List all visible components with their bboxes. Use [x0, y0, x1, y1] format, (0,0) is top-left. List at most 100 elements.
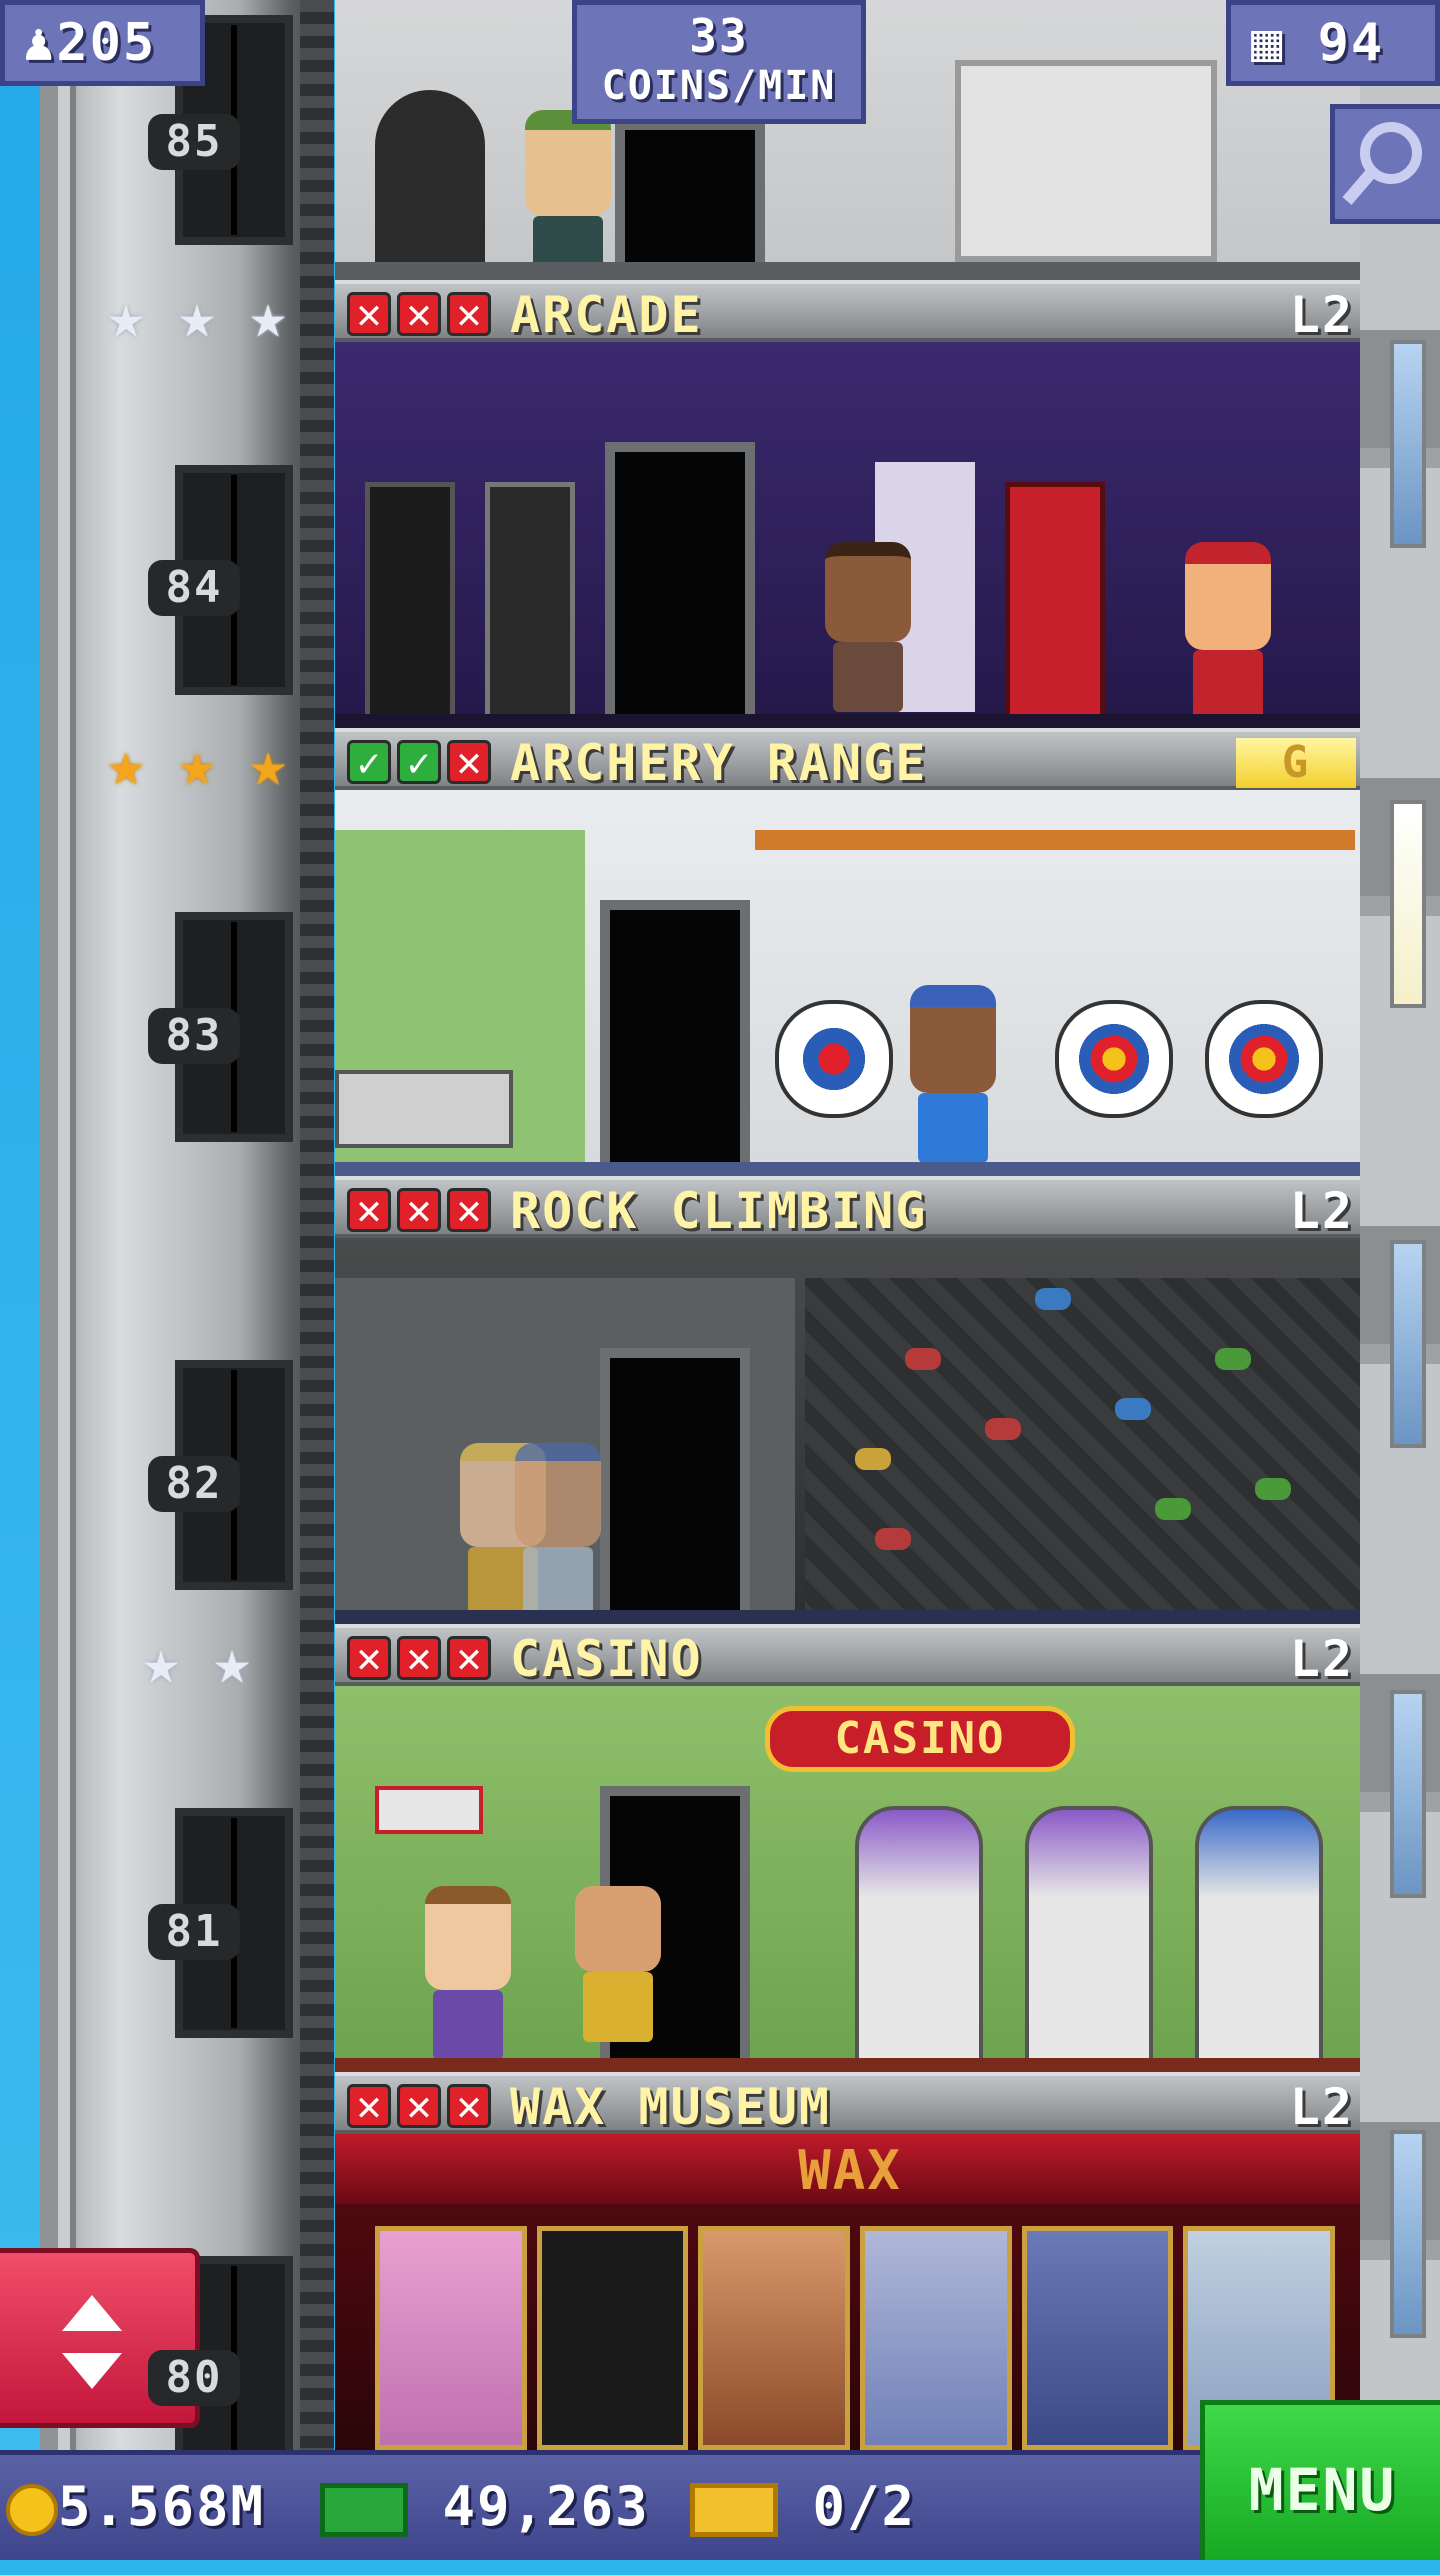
coins-per-minute: 33 COINS/MIN	[572, 0, 866, 124]
archery-target	[775, 1000, 893, 1118]
stock-marks: ✕ ✕ ✕	[347, 292, 491, 338]
room-name: ROCK CLIMBING	[510, 1182, 928, 1240]
stock-empty-icon: ✕	[447, 292, 491, 337]
coins-display[interactable]: 5.568M	[6, 2477, 265, 2537]
wax-figure-booth	[375, 2226, 527, 2450]
facade-window	[1390, 800, 1426, 1008]
room-floor	[335, 1610, 1360, 1624]
floor-arcade[interactable]: ✕ ✕ ✕ ARCADE L2	[335, 280, 1360, 728]
arcade-cabinet	[485, 482, 575, 722]
room-scene: CASINO	[335, 1686, 1360, 2072]
resident[interactable]	[515, 1443, 601, 1617]
resident[interactable]	[425, 1886, 511, 2060]
room-floor	[335, 1162, 1360, 1176]
climbing-hold	[985, 1418, 1021, 1440]
room-scene	[335, 342, 1360, 728]
population-value: 205	[56, 13, 157, 73]
stock-empty-icon: ✕	[347, 2084, 391, 2129]
sky-strip	[0, 0, 40, 2450]
floor-rock-climbing[interactable]: ✕ ✕ ✕ ROCK CLIMBING L2	[335, 1176, 1360, 1624]
facade-window	[1390, 1690, 1426, 1898]
room-floor	[335, 2058, 1360, 2072]
floor-number: 80	[148, 2350, 240, 2406]
stock-empty-icon: ✕	[397, 2084, 441, 2129]
stock-empty-icon: ✕	[347, 1636, 391, 1681]
room-scene	[335, 1238, 1360, 1624]
room-floor	[335, 714, 1360, 728]
stock-empty-icon: ✕	[447, 1188, 491, 1233]
floor-header: ✕ ✕ ✕ CASINO L2	[335, 1624, 1360, 1686]
building-icon: ▦	[1251, 13, 1285, 73]
door	[600, 900, 750, 1176]
stock-empty-icon: ✕	[347, 1188, 391, 1233]
floor-number: 84	[148, 560, 240, 616]
elevator-rail	[300, 0, 334, 2450]
resident[interactable]	[910, 985, 996, 1163]
resident[interactable]	[525, 110, 611, 268]
floor-header: ✕ ✕ ✕ ROCK CLIMBING L2	[335, 1176, 1360, 1238]
stock-marks: ✓ ✓ ✕	[347, 740, 491, 786]
archery-target	[1055, 1000, 1173, 1118]
floor-header: ✕ ✕ ✕ ARCADE L2	[335, 280, 1360, 342]
wax-figure-booth	[1021, 2226, 1174, 2450]
stock-empty-icon: ✕	[397, 292, 441, 337]
magnifier-icon	[1342, 122, 1422, 205]
archery-target	[1205, 1000, 1323, 1118]
star-icon: ★	[107, 279, 145, 352]
elevator-shaft[interactable]	[40, 0, 330, 2486]
stock-empty-icon: ✕	[447, 1636, 491, 1681]
facade-window	[1390, 340, 1426, 548]
resident[interactable]	[825, 542, 911, 712]
climbing-hold	[875, 1528, 911, 1550]
room-level: L2	[1289, 1630, 1354, 1688]
person-icon: ♟	[23, 13, 57, 73]
wax-exhibits	[375, 2226, 1336, 2450]
climbing-hold	[1115, 1398, 1151, 1420]
stock-empty-icon: ✕	[397, 1636, 441, 1681]
facade-window	[1390, 2130, 1426, 2338]
coins-rate-value: 33	[689, 9, 749, 63]
stock-marks: ✕ ✕ ✕	[347, 1188, 491, 1234]
coins-value: 5.568M	[58, 2475, 266, 2538]
stock-empty-icon: ✕	[397, 1188, 441, 1233]
stock-empty-icon: ✕	[347, 292, 391, 337]
room-level: L2	[1289, 286, 1354, 344]
room-name: WAX MUSEUM	[510, 2078, 832, 2136]
room-name: CASINO	[510, 1630, 703, 1688]
cabinet	[375, 90, 485, 268]
shelf	[955, 60, 1217, 262]
climbing-hold	[1215, 1348, 1251, 1370]
tickets-display[interactable]: 0/2	[690, 2477, 916, 2538]
slot-machine	[1195, 1806, 1323, 2064]
casino-sign: CASINO	[765, 1706, 1075, 1772]
bux-display[interactable]: 49,263	[320, 2477, 650, 2538]
cashier-sign	[375, 1786, 483, 1834]
floor-archery-range[interactable]: ✓ ✓ ✕ ARCHERY RANGE G	[335, 728, 1360, 1176]
population-counter[interactable]: ♟205	[0, 0, 205, 86]
star-icon: ★	[178, 279, 216, 352]
star-icon: ★	[213, 1625, 251, 1698]
bux-icon	[320, 2483, 408, 2538]
search-button[interactable]	[1330, 104, 1440, 224]
climbing-hold	[855, 1448, 891, 1470]
climbing-hold	[1155, 1498, 1191, 1520]
facade-window	[1390, 1240, 1426, 1448]
floor-header: ✓ ✓ ✕ ARCHERY RANGE G	[335, 728, 1360, 790]
ticket-icon	[690, 2483, 778, 2538]
climbing-hold	[1255, 1478, 1291, 1500]
star-icon: ★	[142, 1625, 180, 1698]
gold-level-badge: G	[1236, 738, 1356, 788]
stock-marks: ✕ ✕ ✕	[347, 2084, 491, 2130]
slot-machine	[1025, 1806, 1153, 2064]
resident[interactable]	[1185, 542, 1271, 720]
room-level: L2	[1289, 2078, 1354, 2136]
floors-counter[interactable]: ▦ 94	[1226, 0, 1440, 86]
room-scene	[335, 790, 1360, 1176]
menu-button[interactable]: MENU	[1200, 2400, 1440, 2560]
wax-figure-booth	[860, 2226, 1012, 2450]
resident[interactable]	[575, 1886, 661, 2042]
slot-machine	[855, 1806, 983, 2064]
floor-wax-museum[interactable]: ✕ ✕ ✕ WAX MUSEUM L2 WAX	[335, 2072, 1360, 2450]
floor-casino[interactable]: ✕ ✕ ✕ CASINO L2 CASINO	[335, 1624, 1360, 2072]
wood-beam	[755, 830, 1355, 850]
